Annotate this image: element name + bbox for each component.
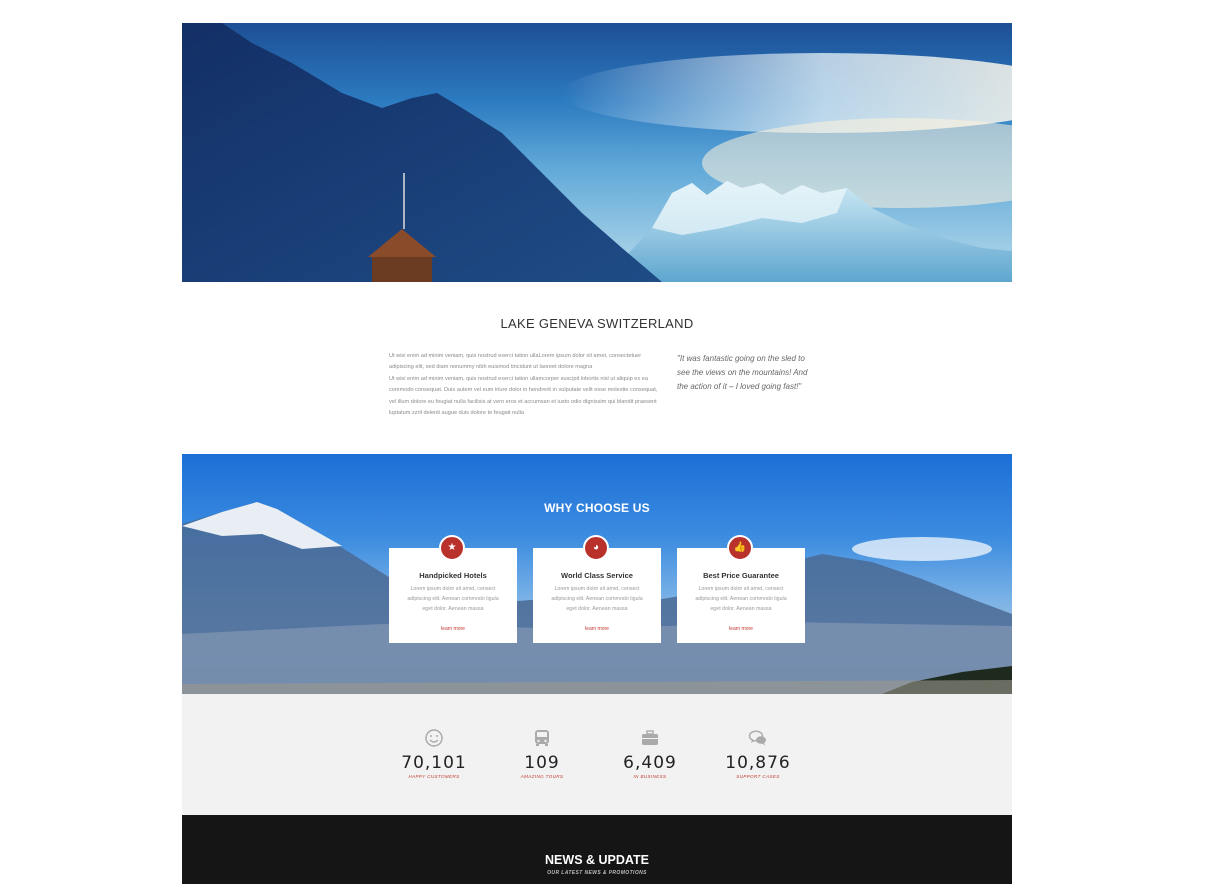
stat-support-cases: 10,876 SUPPORT CASES bbox=[718, 728, 798, 779]
news-subtitle: OUR LATEST NEWS & PROMOTIONS bbox=[547, 870, 647, 876]
hero-landscape-illustration bbox=[182, 23, 1012, 282]
chat-bubbles-icon bbox=[748, 730, 766, 746]
why-choose-us-section: WHY CHOOSE US ★ Handpicked Hotels Lorem … bbox=[182, 454, 1012, 694]
learn-more-link[interactable]: learn more bbox=[533, 626, 661, 632]
feature-card-service: ◕ World Class Service Lorem ipsum dolor … bbox=[533, 535, 661, 643]
feature-card-hotels: ★ Handpicked Hotels Lorem ipsum dolor si… bbox=[389, 535, 517, 643]
stat-label: IN BUSINESS bbox=[633, 774, 667, 779]
stat-happy-customers: 70,101 HAPPY CUSTOMERS bbox=[394, 728, 474, 779]
intro-paragraph-1: Ut wisi enim ad minim veniam, quis nostr… bbox=[389, 353, 642, 371]
stat-number: 70,101 bbox=[401, 753, 467, 773]
smiley-icon bbox=[425, 729, 443, 747]
bus-icon bbox=[535, 730, 549, 746]
hero-image bbox=[182, 23, 1012, 282]
intro-text: Ut wisi enim ad minim veniam, quis nostr… bbox=[389, 351, 661, 419]
stats-section: 70,101 HAPPY CUSTOMERS 109 AMAZING TOURS… bbox=[182, 694, 1012, 815]
thumbs-up-icon: 👍 bbox=[727, 535, 753, 561]
news-section: NEWS & UPDATE OUR LATEST NEWS & PROMOTIO… bbox=[182, 815, 1012, 884]
card-text: Lorem ipsum dolor sit amet, consect adip… bbox=[551, 586, 643, 612]
card-text: Lorem ipsum dolor sit amet, consect adip… bbox=[695, 586, 787, 612]
globe-icon: ◕ bbox=[583, 535, 609, 561]
star-icon: ★ bbox=[439, 535, 465, 561]
briefcase-icon bbox=[642, 730, 658, 745]
stat-number: 109 bbox=[524, 753, 560, 773]
news-title: NEWS & UPDATE bbox=[545, 853, 649, 867]
feature-card-price: 👍 Best Price Guarantee Lorem ipsum dolor… bbox=[677, 535, 805, 643]
learn-more-link[interactable]: learn more bbox=[677, 626, 805, 632]
stat-label: AMAZING TOURS bbox=[520, 774, 564, 779]
card-title: Handpicked Hotels bbox=[419, 571, 487, 580]
stat-in-business: 6,409 IN BUSINESS bbox=[610, 728, 690, 779]
why-choose-us-title: WHY CHOOSE US bbox=[544, 501, 650, 515]
intro-title: LAKE GENEVA SWITZERLAND bbox=[500, 316, 694, 331]
stat-label: HAPPY CUSTOMERS bbox=[408, 774, 460, 779]
stat-label: SUPPORT CASES bbox=[736, 774, 780, 779]
stat-number: 6,409 bbox=[623, 753, 677, 773]
testimonial-quote: "It was fantastic going on the sled to s… bbox=[677, 354, 808, 391]
stat-amazing-tours: 109 AMAZING TOURS bbox=[502, 728, 582, 779]
card-title: Best Price Guarantee bbox=[703, 571, 779, 580]
card-title: World Class Service bbox=[561, 571, 633, 580]
stat-number: 10,876 bbox=[725, 753, 791, 773]
learn-more-link[interactable]: learn more bbox=[389, 626, 517, 632]
card-text: Lorem ipsum dolor sit amet, consect adip… bbox=[407, 586, 499, 612]
page: LAKE GENEVA SWITZERLAND Ut wisi enim ad … bbox=[0, 0, 1208, 884]
intro-paragraph-2: Ut wisi enim ad minim veniam, quis nostr… bbox=[389, 375, 658, 417]
